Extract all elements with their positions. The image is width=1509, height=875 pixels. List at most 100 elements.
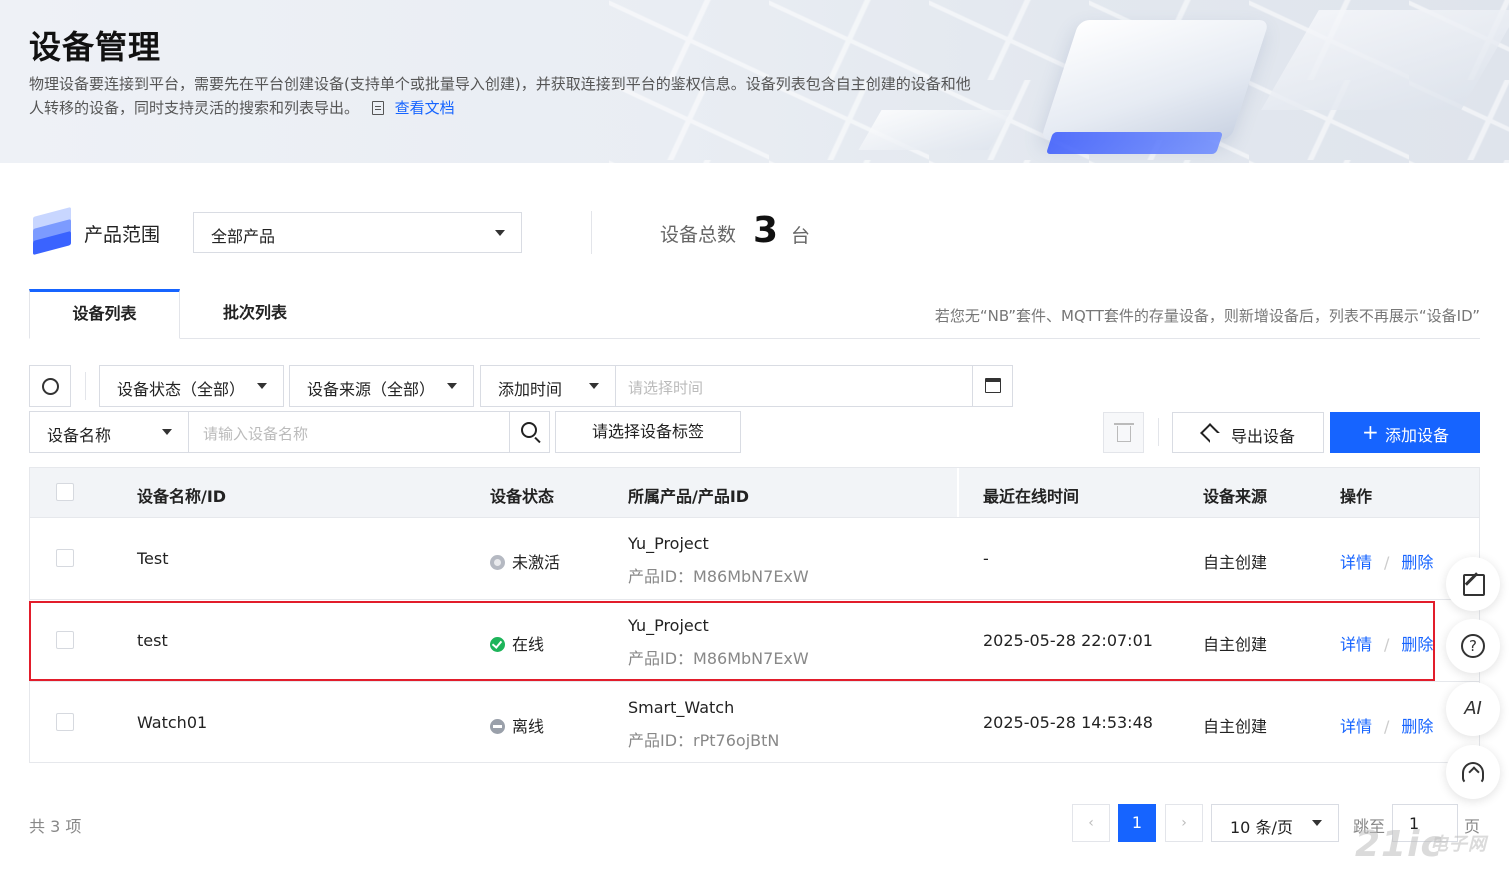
row-actions: 详情 / 删除 xyxy=(1340,713,1433,737)
last-online-time: 2025-05-28 14:53:48 xyxy=(983,713,1153,732)
column-header-product: 所属产品/产品ID xyxy=(628,487,750,506)
document-icon xyxy=(371,101,384,115)
caret-down-icon xyxy=(257,383,267,389)
offline-status-icon xyxy=(490,719,505,734)
column-header-status: 设备状态 xyxy=(490,487,555,506)
watermark-site: 电子网 xyxy=(1430,834,1487,855)
back-to-top-button[interactable] xyxy=(1446,745,1500,799)
column-header-actions: 操作 xyxy=(1340,487,1373,506)
product-id: 产品ID：M86MbN7ExW xyxy=(628,567,809,586)
time-type-select[interactable]: 添加时间 xyxy=(480,365,616,407)
device-status-text: 未激活 xyxy=(512,553,561,572)
ai-assistant-button[interactable]: AI xyxy=(1446,682,1500,736)
device-source: 自主创建 xyxy=(1203,553,1268,572)
help-glyph: ? xyxy=(1469,637,1477,655)
device-total-unit: 台 xyxy=(791,225,811,247)
device-name: Test xyxy=(137,549,169,568)
page-number-button[interactable]: 1 xyxy=(1118,804,1156,842)
help-button[interactable]: ? xyxy=(1446,619,1500,673)
search-field-select[interactable]: 设备名称 xyxy=(29,411,189,453)
delete-link[interactable]: 删除 xyxy=(1401,553,1433,572)
row-checkbox[interactable] xyxy=(56,713,74,731)
caret-down-icon xyxy=(1312,820,1322,826)
detail-link[interactable]: 详情 xyxy=(1340,553,1372,572)
device-tag-select[interactable]: 请选择设备标签 xyxy=(555,411,741,453)
divider xyxy=(1158,418,1159,446)
device-name-placeholder: 请输入设备名称 xyxy=(203,425,309,443)
detail-link[interactable]: 详情 xyxy=(1340,717,1372,736)
upload-icon xyxy=(1446,745,1500,799)
divider xyxy=(591,211,592,254)
prev-page-button[interactable]: ‹ xyxy=(1072,804,1110,842)
device-name: Watch01 xyxy=(137,713,208,732)
ai-label: AI xyxy=(1464,698,1482,719)
add-label: 添加设备 xyxy=(1385,426,1450,445)
date-picker-input[interactable]: 请选择时间 xyxy=(615,365,1013,407)
caret-down-icon xyxy=(447,383,457,389)
description-text: 物理设备要连接到平台，需要先在平台创建设备(支持单个或批量导入创建)，并获取连接… xyxy=(29,75,971,117)
add-device-button[interactable]: + 添加设备 xyxy=(1330,412,1480,453)
device-status-select[interactable]: 设备状态（全部） xyxy=(99,365,284,407)
product-range-icon xyxy=(30,206,74,256)
banner-illustration-device xyxy=(1040,20,1270,140)
product-range-select[interactable]: 全部产品 xyxy=(193,212,522,253)
product-range-label: 产品范围 xyxy=(84,224,161,246)
inactive-status-icon xyxy=(490,555,505,570)
plus-icon: + xyxy=(1362,420,1379,444)
product-range-value: 全部产品 xyxy=(211,227,276,246)
feedback-button[interactable] xyxy=(1446,557,1500,611)
highlight-annotation xyxy=(29,601,1435,681)
calendar-icon xyxy=(985,378,1001,393)
total-items: 共 3 项 xyxy=(29,817,82,836)
export-icon xyxy=(1200,423,1220,443)
help-icon: ? xyxy=(1446,619,1500,673)
table-row: Watch01 离线 Smart_Watch 产品ID：rPt76ojBtN 2… xyxy=(30,681,1479,763)
search-icon xyxy=(521,422,537,438)
device-status: 未激活 xyxy=(490,549,560,573)
product-name: Smart_Watch xyxy=(628,698,735,717)
row-checkbox[interactable] xyxy=(56,549,74,567)
device-source-select[interactable]: 设备来源（全部） xyxy=(289,365,474,407)
table-row: Test 未激活 Yu_Project 产品ID：M86MbN7ExW - 自主… xyxy=(30,517,1479,599)
device-source-value: 设备来源（全部） xyxy=(307,380,436,399)
page-description: 物理设备要连接到平台，需要先在平台创建设备(支持单个或批量导入创建)，并获取连接… xyxy=(29,72,979,120)
next-page-button[interactable]: › xyxy=(1165,804,1203,842)
search-button[interactable] xyxy=(509,411,550,453)
time-type-value: 添加时间 xyxy=(498,380,563,399)
device-name-input[interactable]: 请输入设备名称 xyxy=(188,411,510,453)
tab-device-list[interactable]: 设备列表 xyxy=(29,289,180,339)
view-docs-link[interactable]: 查看文档 xyxy=(395,99,455,117)
column-header-source: 设备来源 xyxy=(1203,487,1268,506)
refresh-icon xyxy=(42,378,59,395)
page-size-value: 10 条/页 xyxy=(1230,818,1293,837)
trash-icon xyxy=(1114,423,1134,442)
device-source: 自主创建 xyxy=(1203,717,1268,736)
watermark: 21ic 电子网 xyxy=(1355,824,1486,865)
tab-notice: 若您无“NB”套件、MQTT套件的存量设备，则新增设备后，列表不再展示“设备ID… xyxy=(934,307,1480,325)
device-status: 离线 xyxy=(490,713,544,737)
device-total-label: 设备总数 xyxy=(660,224,737,246)
row-actions: 详情 / 删除 xyxy=(1340,549,1433,573)
product-name: Yu_Project xyxy=(628,534,709,553)
action-separator: / xyxy=(1384,717,1390,736)
select-all-checkbox[interactable] xyxy=(56,483,74,501)
device-total-count: 3 xyxy=(753,210,779,251)
date-placeholder: 请选择时间 xyxy=(628,379,704,397)
delete-link[interactable]: 删除 xyxy=(1401,717,1433,736)
page-size-select[interactable]: 10 条/页 xyxy=(1211,804,1339,842)
divider xyxy=(85,372,86,400)
column-header-last-online: 最近在线时间 xyxy=(983,487,1080,506)
edit-icon xyxy=(1446,557,1500,611)
caret-down-icon xyxy=(162,429,172,435)
caret-down-icon xyxy=(589,383,599,389)
column-header-name: 设备名称/ID xyxy=(137,487,227,506)
batch-delete-button[interactable] xyxy=(1103,412,1144,453)
device-status-value: 设备状态（全部） xyxy=(117,380,246,399)
tab-batch-list[interactable]: 批次列表 xyxy=(180,289,330,339)
search-field-value: 设备名称 xyxy=(47,426,112,445)
table-header: 设备名称/ID 设备状态 所属产品/产品ID 最近在线时间 设备来源 操作 xyxy=(30,468,1479,517)
column-resize-handle[interactable] xyxy=(957,468,959,517)
calendar-button[interactable] xyxy=(972,366,1012,406)
export-devices-button[interactable]: 导出设备 xyxy=(1172,412,1324,453)
refresh-button[interactable] xyxy=(29,365,71,407)
